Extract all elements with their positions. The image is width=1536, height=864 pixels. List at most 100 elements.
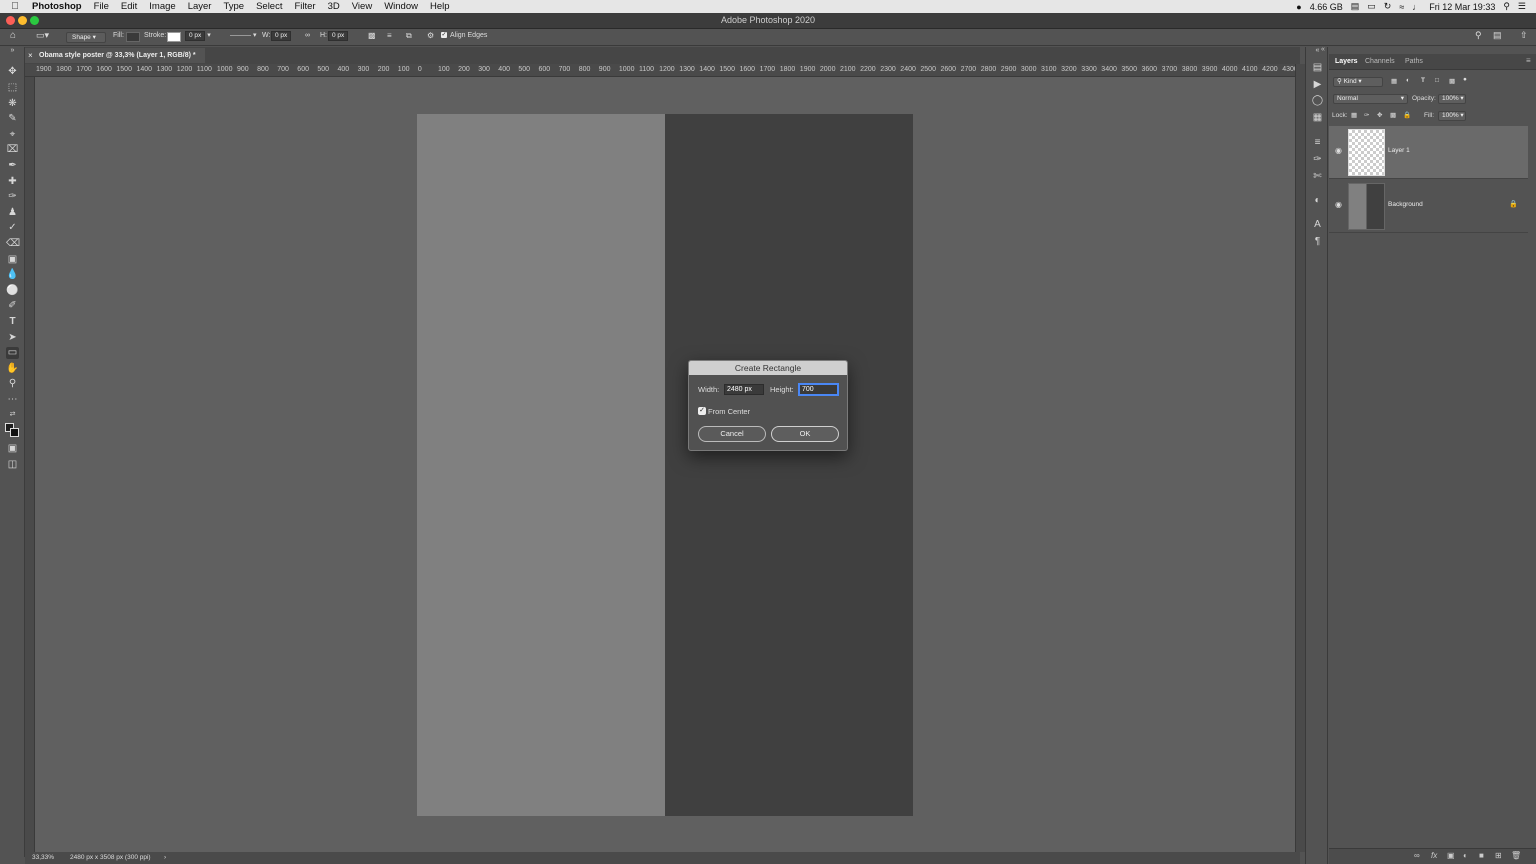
close-tab-icon[interactable]: × xyxy=(28,48,33,63)
layer-row-layer-1[interactable]: ◉ Layer 1 xyxy=(1329,126,1528,179)
filter-type-icon[interactable]: T xyxy=(1421,77,1425,84)
menu-image[interactable]: Image xyxy=(143,1,181,12)
dodge-tool-icon[interactable]: ⚪ xyxy=(6,285,19,297)
crop-tool-icon[interactable]: ⌖ xyxy=(6,129,19,141)
cancel-button[interactable]: Cancel xyxy=(698,426,766,442)
menu-view[interactable]: View xyxy=(346,1,378,12)
eraser-tool-icon[interactable]: ⌫ xyxy=(6,238,20,250)
new-adjustment-layer-icon[interactable]: ◐ xyxy=(1463,851,1468,860)
zoom-level[interactable]: 33,33% xyxy=(32,854,54,861)
height-field[interactable]: 0 px xyxy=(328,31,349,41)
move-tool-icon[interactable]: ✥ xyxy=(6,66,19,78)
menu-select[interactable]: Select xyxy=(250,1,288,12)
filter-smart-object-icon[interactable]: ▩ xyxy=(1449,77,1455,85)
menu-3d[interactable]: 3D xyxy=(322,1,346,12)
canvas-right-half[interactable] xyxy=(665,114,913,816)
menu-app-name[interactable]: Photoshop xyxy=(30,1,88,12)
ok-button[interactable]: OK xyxy=(771,426,839,442)
microphone-icon[interactable]: ● xyxy=(1296,2,1301,12)
gradient-tool-icon[interactable]: ▣ xyxy=(6,254,19,266)
hand-tool-icon[interactable]: ✋ xyxy=(6,363,19,375)
workspace-icon[interactable]: ▤ xyxy=(1493,30,1502,41)
swap-colors-icon[interactable]: ⇄ xyxy=(6,409,19,421)
fill-opacity-field[interactable]: 100% ▾ xyxy=(1438,111,1466,121)
actions-panel-icon[interactable]: ▶ xyxy=(1311,79,1324,91)
status-menu-arrow-icon[interactable]: › xyxy=(164,854,166,861)
tab-layers[interactable]: Layers xyxy=(1335,58,1358,65)
healing-brush-tool-icon[interactable]: ✚ xyxy=(6,176,19,188)
lock-transparent-icon[interactable]: ▦ xyxy=(1351,111,1357,119)
lasso-tool-icon[interactable]: ❋ xyxy=(6,98,19,110)
path-alignment-icon[interactable]: ≡ xyxy=(387,31,392,40)
battery-icon[interactable]: ▭ xyxy=(1367,1,1376,12)
menu-layer[interactable]: Layer xyxy=(182,1,218,12)
align-edges-checkbox[interactable]: ✓ xyxy=(441,32,447,38)
stroke-style-dropdown[interactable]: ——— ▾ xyxy=(230,31,256,39)
clone-stamp-tool-icon[interactable]: ♟ xyxy=(6,207,19,219)
menu-filter[interactable]: Filter xyxy=(288,1,321,12)
properties-panel-icon[interactable]: ▦ xyxy=(1311,112,1324,124)
gear-icon[interactable]: ⚙ xyxy=(427,31,434,40)
path-selection-tool-icon[interactable]: ➤ xyxy=(6,332,19,344)
filter-shape-icon[interactable]: □ xyxy=(1435,77,1439,84)
color-panel-icon[interactable]: ◐ xyxy=(1311,195,1324,207)
path-arrangement-icon[interactable]: ⧉ xyxy=(406,31,412,41)
lock-all-icon[interactable]: 🔒 xyxy=(1403,111,1411,119)
apple-icon[interactable]:  xyxy=(0,1,30,12)
from-center-checkbox[interactable]: ✓ xyxy=(698,407,706,415)
frame-tool-icon[interactable]: ⌧ xyxy=(6,144,19,156)
lock-position-icon[interactable]: ✥ xyxy=(1377,111,1382,119)
blur-tool-icon[interactable]: 💧 xyxy=(6,269,19,281)
filter-pixel-icon[interactable]: ▦ xyxy=(1391,77,1397,85)
layer-name[interactable]: Layer 1 xyxy=(1388,147,1410,154)
history-brush-tool-icon[interactable]: ✓ xyxy=(6,222,19,234)
brush-settings-panel-icon[interactable]: ✑ xyxy=(1311,154,1324,166)
visibility-eye-icon[interactable]: ◉ xyxy=(1335,146,1342,155)
stroke-swatch[interactable] xyxy=(167,32,181,42)
notification-center-icon[interactable]: ☰ xyxy=(1518,1,1526,12)
time-machine-icon[interactable]: ↻ xyxy=(1384,1,1392,12)
panel-menu-icon[interactable]: ≡ xyxy=(1526,56,1531,65)
new-group-icon[interactable]: ■ xyxy=(1479,851,1484,860)
collapse-dock-icon[interactable]: « xyxy=(1321,46,1325,53)
link-icon[interactable]: ∞ xyxy=(305,32,310,39)
spotlight-icon[interactable]: ⚲ xyxy=(1503,1,1510,12)
visibility-eye-icon[interactable]: ◉ xyxy=(1335,200,1342,209)
opacity-field[interactable]: 100% ▾ xyxy=(1438,94,1466,104)
brush-tool-icon[interactable]: ✑ xyxy=(6,191,19,203)
layer-row-background[interactable]: ◉ Background 🔒 xyxy=(1329,180,1528,233)
fill-swatch[interactable] xyxy=(126,32,140,42)
home-icon[interactable]: ⌂ xyxy=(10,30,16,41)
document-tab[interactable]: × Obama style poster @ 33,3% (Layer 1, R… xyxy=(25,48,205,63)
add-mask-icon[interactable]: ▣ xyxy=(1447,851,1455,860)
layer-style-icon[interactable]: fx xyxy=(1431,851,1437,860)
3d-panel-icon[interactable]: ◯ xyxy=(1311,95,1324,107)
delete-layer-icon[interactable]: 🗑 xyxy=(1511,851,1521,860)
path-operations-icon[interactable]: ▩ xyxy=(368,31,376,40)
filter-kind-dropdown[interactable]: ⚲ Kind ▾ xyxy=(1333,77,1383,87)
rectangle-tool-preset-icon[interactable]: ▭▾ xyxy=(36,30,49,41)
edit-toolbar-icon[interactable]: ⋯ xyxy=(6,394,19,406)
background-color-swatch[interactable] xyxy=(10,428,19,437)
menu-type[interactable]: Type xyxy=(217,1,250,12)
paragraph-panel-icon[interactable]: ¶ xyxy=(1311,236,1324,248)
tab-paths[interactable]: Paths xyxy=(1405,58,1423,65)
zoom-tool-icon[interactable]: ⚲ xyxy=(6,378,19,390)
menu-help[interactable]: Help xyxy=(424,1,456,12)
vertical-scrollbar[interactable] xyxy=(1295,64,1305,852)
tab-channels[interactable]: Channels xyxy=(1365,58,1395,65)
new-layer-icon[interactable]: ⊞ xyxy=(1495,851,1502,860)
dialog-width-input[interactable]: 2480 px xyxy=(724,384,764,395)
volume-icon[interactable]: ♩ xyxy=(1412,2,1421,12)
eyedropper-tool-icon[interactable]: ✒ xyxy=(6,160,19,172)
filter-adjustment-icon[interactable]: ◐ xyxy=(1406,77,1410,84)
blend-mode-dropdown[interactable]: Normal ▾ xyxy=(1333,94,1408,104)
search-icon[interactable]: ⚲ xyxy=(1475,30,1482,41)
memory-readout[interactable]: 4.66 GB xyxy=(1310,2,1343,12)
filter-toggle-icon[interactable]: ● xyxy=(1463,76,1467,83)
width-field[interactable]: 0 px xyxy=(271,31,292,41)
pen-tool-icon[interactable]: ✐ xyxy=(6,300,19,312)
history-panel-icon[interactable]: ▤ xyxy=(1311,62,1324,74)
screen-mode-icon[interactable]: ◫ xyxy=(6,459,19,471)
menu-window[interactable]: Window xyxy=(378,1,424,12)
